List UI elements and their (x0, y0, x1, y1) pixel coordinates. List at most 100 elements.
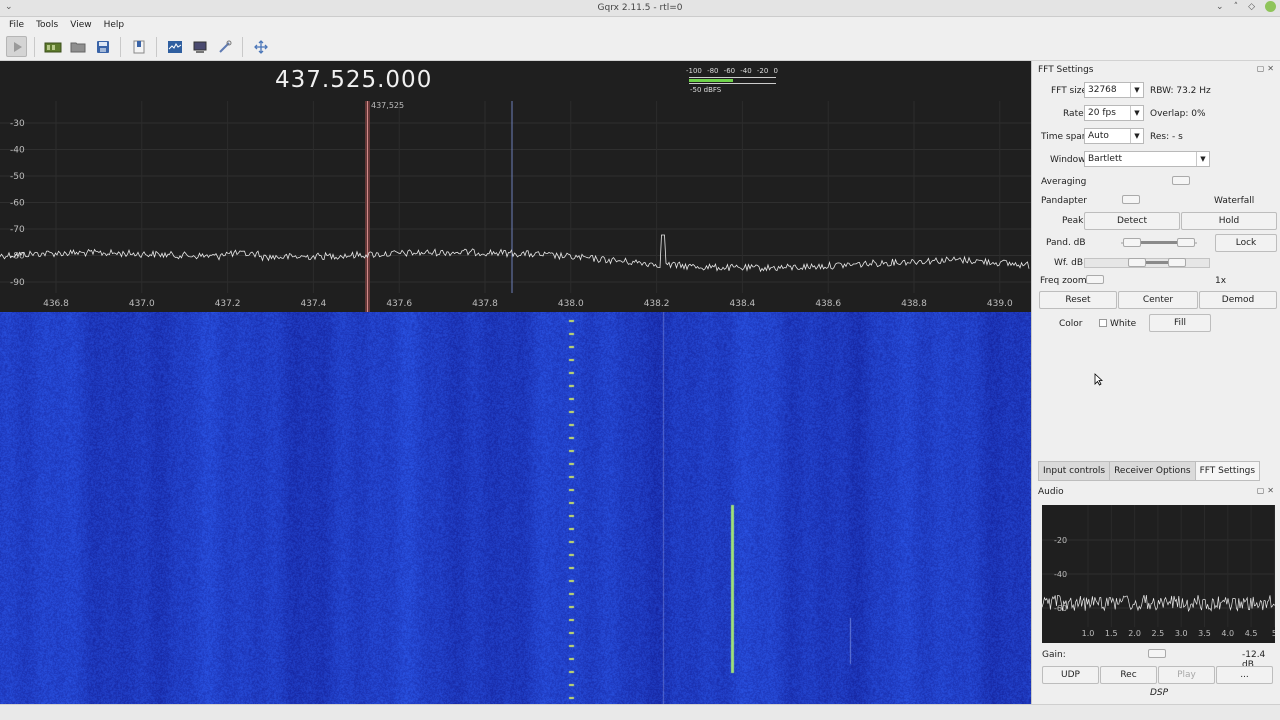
x-tick-label: 438.4 (730, 299, 756, 309)
demod-button[interactable]: Demod (1199, 291, 1277, 309)
menu-file[interactable]: File (3, 17, 30, 33)
play-icon[interactable] (6, 36, 27, 57)
reset-button[interactable]: Reset (1039, 291, 1117, 309)
detect-button[interactable]: Detect (1084, 212, 1180, 230)
menu-help[interactable]: Help (98, 17, 131, 33)
timespan-select[interactable]: Auto ▼ (1084, 128, 1144, 144)
y-tick-label: -60 (10, 199, 25, 209)
maximize-icon[interactable]: ˄ (1234, 2, 1239, 12)
meter-tick-label: -40 (740, 67, 752, 75)
peak-label: Peak (1062, 216, 1084, 226)
device-icon[interactable] (42, 36, 63, 57)
meter-tick-label: 0 (773, 67, 778, 75)
rbw-label: RBW: 73.2 Hz (1150, 86, 1211, 96)
meter-level-bar (689, 79, 733, 82)
audio-y-tick-label: -40 (1054, 570, 1067, 579)
window-titlebar: ⌄ Gqrx 2.11.5 - rtl=0 ⌄ ˄ ◇ (0, 0, 1280, 17)
audio-x-tick-label: 4.0 (1221, 629, 1234, 638)
toolbar (0, 33, 1280, 61)
wf-db-label: Wf. dB (1054, 258, 1084, 268)
bookmark-icon[interactable] (128, 36, 149, 57)
open-icon[interactable] (67, 36, 88, 57)
white-checkbox[interactable] (1099, 319, 1107, 327)
tab-receiver-options[interactable]: Receiver Options (1109, 461, 1196, 481)
color-label: Color (1059, 319, 1083, 329)
zoom-value: 1x (1215, 276, 1227, 286)
res-label: Res: - s (1150, 132, 1183, 142)
waterfall-label: Waterfall (1214, 196, 1255, 206)
fft-icon[interactable] (164, 36, 185, 57)
x-tick-label: 436.8 (43, 299, 69, 309)
pand-db-label: Pand. dB (1046, 238, 1086, 248)
waterfall-canvas[interactable] (0, 312, 1031, 704)
lock-button[interactable]: Lock (1215, 234, 1277, 252)
dock-tabs: Input controls Receiver Options FFT Sett… (1038, 461, 1261, 481)
dock-float-icon[interactable]: ▢ (1257, 486, 1265, 495)
hold-button[interactable]: Hold (1181, 212, 1277, 230)
audio-x-tick-label: 3.0 (1175, 629, 1188, 638)
right-dock-panel: FFT Settings ▢ ✕ FFT size 32768 ▼ RBW: 7… (1031, 61, 1280, 704)
audio-gain-slider[interactable] (1146, 649, 1168, 659)
toolbar-separator (242, 36, 243, 57)
toolbar-separator (156, 36, 157, 57)
overlap-label: Overlap: 0% (1150, 109, 1206, 119)
x-tick-label: 437.4 (301, 299, 327, 309)
audio-header: Audio (1038, 487, 1064, 497)
chevron-down-icon: ▼ (1130, 129, 1143, 143)
x-tick-label: 437.8 (472, 299, 498, 309)
window-select[interactable]: Bartlett ▼ (1084, 151, 1210, 167)
audio-x-tick-label: 2.5 (1152, 629, 1165, 638)
close-icon[interactable] (1265, 1, 1276, 12)
waterfall-display[interactable] (0, 312, 1031, 704)
y-tick-label: -90 (10, 278, 25, 288)
x-tick-label: 438.6 (815, 299, 841, 309)
freq-zoom-slider[interactable] (1084, 275, 1106, 285)
spectrum-plotter[interactable]: -30 -40 -50 -60 -70 -80 -90 436.8 437.0 437.2 437.… (0, 61, 1031, 312)
chevron-down-icon: ▼ (1130, 83, 1143, 97)
spectrum-trace (0, 234, 1030, 273)
save-icon[interactable] (92, 36, 113, 57)
settings-icon[interactable] (214, 36, 235, 57)
y-tick-label: -40 (10, 146, 25, 156)
menu-tools[interactable]: Tools (30, 17, 64, 33)
rate-select[interactable]: 20 fps ▼ (1084, 105, 1144, 121)
frequency-display[interactable]: 437.525.000 (275, 67, 432, 93)
averaging-slider[interactable] (1170, 176, 1192, 186)
menu-view[interactable]: View (64, 17, 97, 33)
rate-value: 20 fps (1088, 108, 1116, 118)
tab-fft-settings[interactable]: FFT Settings (1194, 461, 1261, 481)
audio-fft-plot: -20 -40 -60 1.0 1.5 2.0 2.5 3.0 3.5 4.0 4.5 5 (1042, 505, 1275, 643)
dsp-label: DSP (1150, 688, 1169, 698)
pandapter-waterfall-slider[interactable] (1120, 195, 1144, 205)
meter-tick-label: -80 (707, 67, 719, 75)
dock-close-icon[interactable]: ✕ (1267, 486, 1274, 495)
menu-bar: File Tools View Help (0, 17, 1280, 33)
tab-input-controls[interactable]: Input controls (1038, 461, 1111, 481)
wf-db-range-slider[interactable] (1084, 258, 1210, 268)
more-button[interactable]: ... (1216, 666, 1273, 684)
play-button[interactable]: Play (1158, 666, 1215, 684)
fill-button[interactable]: Fill (1149, 314, 1211, 332)
center-button[interactable]: Center (1118, 291, 1198, 309)
rec-button[interactable]: Rec (1100, 666, 1157, 684)
audio-x-tick-label: 1.0 (1082, 629, 1095, 638)
fullscreen-icon[interactable] (250, 36, 271, 57)
x-tick-label: 438.0 (558, 299, 584, 309)
white-label: White (1110, 319, 1137, 329)
fft-size-label: FFT size (1051, 86, 1088, 96)
signal-meter: -100 -80 -60 -40 -20 0 -50 dBFS (686, 67, 778, 99)
fft-size-select[interactable]: 32768 ▼ (1084, 82, 1144, 98)
x-tick-label: 438.8 (901, 299, 927, 309)
audio-y-tick-label: -20 (1054, 536, 1067, 545)
remote-icon[interactable] (189, 36, 210, 57)
restore-icon[interactable]: ◇ (1248, 2, 1255, 12)
dock-close-icon[interactable]: ✕ (1267, 64, 1274, 73)
pand-db-range-slider[interactable] (1121, 238, 1197, 248)
minimize-icon[interactable]: ⌄ (1216, 2, 1224, 12)
audio-x-tick-label: 5 (1272, 629, 1275, 638)
spectrum-plot[interactable]: -30 -40 -50 -60 -70 -80 -90 436.8 437.0 437.2 437.… (0, 61, 1031, 312)
dock-float-icon[interactable]: ▢ (1257, 64, 1265, 73)
timespan-label: Time span (1041, 132, 1088, 142)
udp-button[interactable]: UDP (1042, 666, 1099, 684)
y-tick-label: -70 (10, 225, 25, 235)
